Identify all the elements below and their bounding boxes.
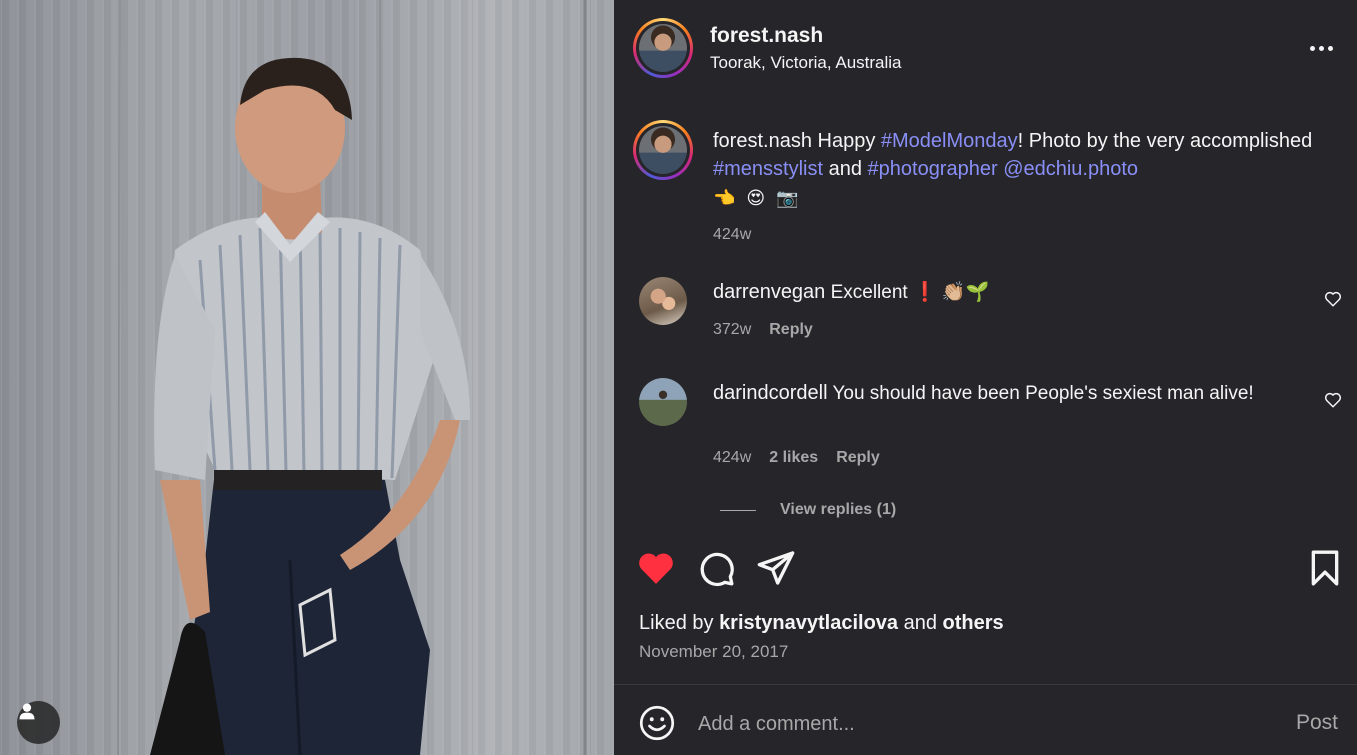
hashtag-link[interactable]: #mensstylist	[713, 158, 823, 180]
comment-age: 424w	[713, 449, 752, 466]
caption: forest.nash Happy #ModelMonday! Photo by…	[713, 127, 1313, 249]
view-replies-button[interactable]: View replies (1)	[720, 501, 896, 519]
post-location[interactable]: Toorak, Victoria, Australia	[710, 53, 902, 73]
commenter-avatar[interactable]	[639, 378, 687, 426]
view-replies-label: View replies (1)	[780, 501, 897, 518]
liker-username[interactable]: kristynavytlacilova	[719, 612, 898, 634]
emoji-icon[interactable]	[639, 705, 675, 741]
tagged-users-button[interactable]	[17, 701, 60, 744]
comment-age: 372w	[713, 321, 752, 338]
caption-author-avatar[interactable]	[633, 120, 693, 180]
comment-icon[interactable]	[696, 548, 736, 588]
likes-others-link[interactable]: others	[943, 612, 1004, 634]
reply-button[interactable]: Reply	[769, 321, 813, 338]
comment-likes[interactable]: 2 likes	[769, 449, 818, 466]
caption-text: Happy	[811, 130, 881, 152]
reply-button[interactable]: Reply	[836, 449, 880, 466]
hashtag-link[interactable]: #photographer	[868, 158, 998, 180]
comment-like-icon[interactable]	[1324, 391, 1342, 409]
caption-text: and	[823, 158, 868, 180]
post-side-panel: forest.nash Toorak, Victoria, Australia …	[614, 0, 1357, 755]
person-icon	[19, 703, 35, 720]
hashtag-link[interactable]: #ModelMonday	[881, 130, 1018, 152]
mention-link[interactable]: @edchiu.photo	[1003, 158, 1138, 180]
likes-middle: and	[898, 612, 943, 634]
caption-text: ! Photo by the very accomplished	[1017, 130, 1313, 152]
action-bar	[614, 540, 1357, 596]
post-header: forest.nash Toorak, Victoria, Australia	[614, 0, 1357, 100]
post-date: November 20, 2017	[639, 642, 789, 661]
share-icon[interactable]	[756, 548, 796, 588]
comment-username[interactable]: darindcordell	[713, 382, 828, 404]
comment-meta: 424w 2 likes Reply	[713, 449, 880, 467]
bookmark-icon[interactable]	[1305, 548, 1345, 588]
caption-username[interactable]: forest.nash	[713, 130, 812, 152]
comment-meta: 372w Reply	[713, 321, 813, 339]
post-photo[interactable]	[0, 0, 614, 755]
author-avatar[interactable]	[633, 18, 693, 78]
comment-composer: Post	[614, 685, 1357, 755]
add-comment-input[interactable]	[698, 707, 1258, 741]
more-options-icon[interactable]	[1310, 38, 1336, 58]
likes-summary: Liked by kristynavytlacilova and others	[639, 612, 1004, 635]
commenter-avatar[interactable]	[639, 277, 687, 325]
comment-username[interactable]: darrenvegan	[713, 281, 825, 303]
caption-age: 424w	[713, 226, 752, 243]
comment-body: You should have been People's sexiest ma…	[827, 383, 1254, 404]
caption-emojis: 👈 😍 📷	[713, 188, 802, 208]
comment: darrenvegan Excellent ❗ 👏🏼🌱	[713, 278, 1273, 307]
like-heart-icon[interactable]	[636, 548, 676, 588]
author-username[interactable]: forest.nash	[710, 24, 823, 48]
replies-divider	[720, 509, 756, 511]
comment: darindcordell You should have been Peopl…	[713, 379, 1293, 408]
comment-like-icon[interactable]	[1324, 290, 1342, 308]
post-comment-button[interactable]: Post	[1296, 711, 1338, 735]
post-modal: forest.nash Toorak, Victoria, Australia …	[0, 0, 1357, 755]
photo-illustration	[117, 0, 587, 755]
comment-body: Excellent ❗ 👏🏼🌱	[825, 282, 990, 303]
likes-prefix: Liked by	[639, 612, 720, 634]
